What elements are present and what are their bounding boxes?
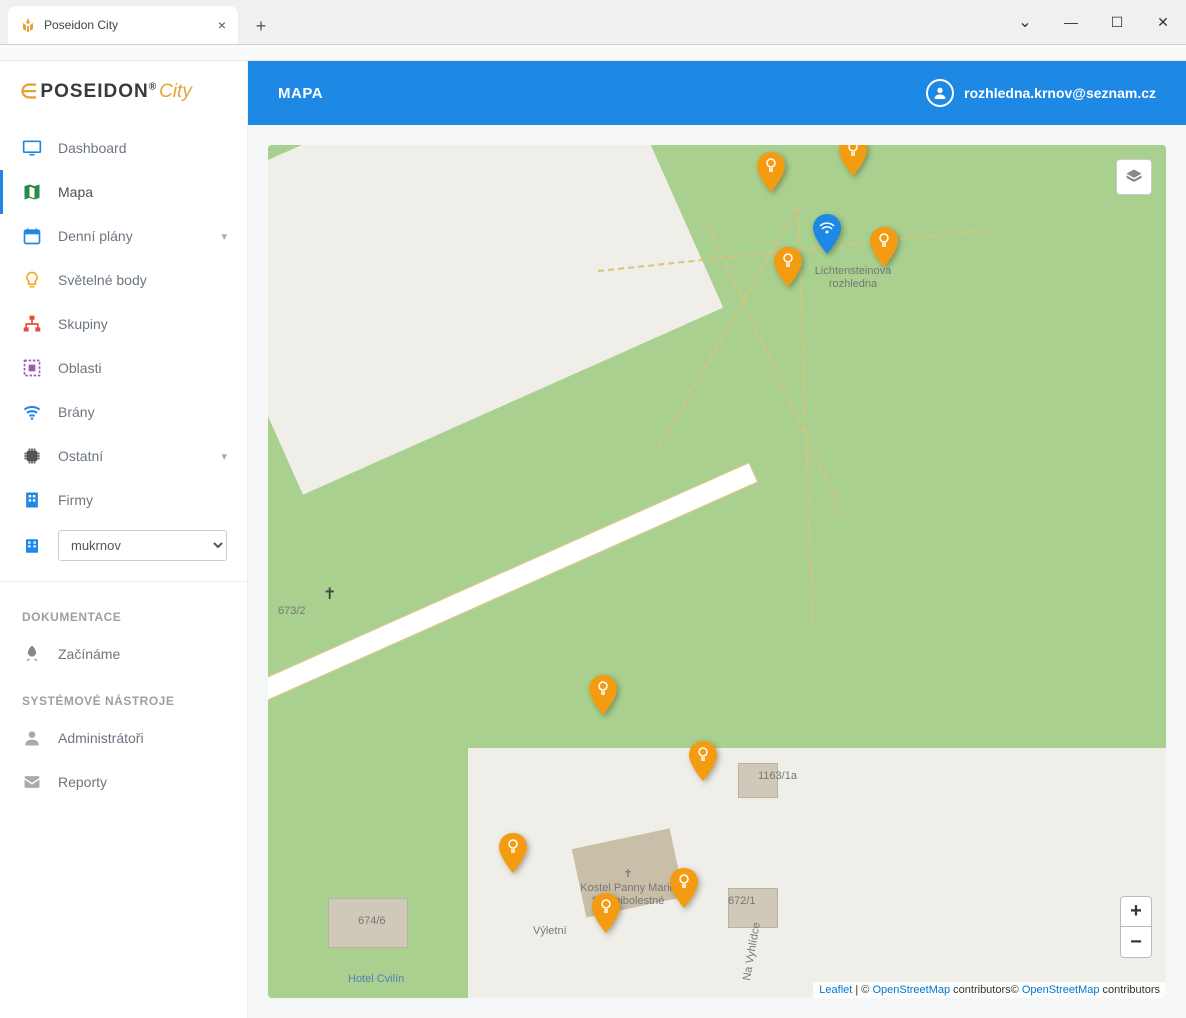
monitor-icon	[20, 138, 44, 158]
new-tab-button[interactable]: +	[244, 8, 278, 44]
map-marker-lightpoint[interactable]	[669, 868, 699, 908]
sidebar: ∈ POSEIDON® City Dashboard Mapa Denní pl…	[0, 61, 248, 1018]
window-dropdown-icon[interactable]: ⌄	[1002, 0, 1048, 44]
sidebar-item-label: Firmy	[58, 492, 93, 508]
sidebar-item-oblasti[interactable]: Oblasti	[0, 346, 247, 390]
mail-icon	[20, 772, 44, 792]
main-nav: Dashboard Mapa Denní plány ▾ Světelné bo…	[0, 126, 247, 522]
sidebar-item-reporty[interactable]: Reporty	[0, 760, 247, 804]
zoom-in-button[interactable]: +	[1121, 897, 1151, 927]
user-icon	[20, 728, 44, 748]
osm-link-2[interactable]: OpenStreetMap	[1022, 984, 1100, 996]
sidebar-item-denn-pl-ny[interactable]: Denní plány ▾	[0, 214, 247, 258]
sidebar-item-skupiny[interactable]: Skupiny	[0, 302, 247, 346]
nav-section-title: SYSTÉMOVÉ NÁSTROJE	[0, 676, 247, 716]
tab-close-icon[interactable]: ×	[218, 17, 226, 33]
calendar-icon	[20, 226, 44, 246]
map-marker-lightpoint[interactable]	[588, 675, 618, 715]
sidebar-item-label: Brány	[58, 404, 95, 420]
osm-link-1[interactable]: OpenStreetMap	[872, 984, 950, 996]
company-select[interactable]: mukrnov	[58, 530, 227, 561]
browser-tab[interactable]: Poseidon City ×	[8, 6, 238, 44]
map[interactable]: Lichtensteinova rozhledna ✝ Kostel Panny…	[268, 145, 1166, 998]
sidebar-item-sv-teln-body[interactable]: Světelné body	[0, 258, 247, 302]
map-attribution: Leaflet | © OpenStreetMap contributors© …	[813, 982, 1166, 998]
rocket-icon	[20, 644, 44, 664]
sidebar-item-label: Dashboard	[58, 140, 127, 156]
map-marker-lightpoint[interactable]	[688, 741, 718, 781]
address-bar[interactable]	[0, 45, 1186, 61]
building-icon	[20, 537, 44, 555]
sidebar-item-label: Mapa	[58, 184, 93, 200]
map-marker-lightpoint[interactable]	[498, 833, 528, 873]
page-title: MAPA	[278, 85, 323, 102]
sidebar-item-administr-to-i[interactable]: Administrátoři	[0, 716, 247, 760]
sidebar-item-dashboard[interactable]: Dashboard	[0, 126, 247, 170]
brand-name: POSEIDON®	[40, 81, 157, 103]
company-selector-row: mukrnov	[0, 522, 247, 582]
map-marker-lightpoint[interactable]	[838, 145, 868, 176]
window-maximize-icon[interactable]: ☐	[1094, 0, 1140, 44]
map-marker-lightpoint[interactable]	[773, 247, 803, 287]
trident-icon	[20, 17, 36, 33]
bulb-icon	[20, 270, 44, 290]
sidebar-item-label: Denní plány	[58, 228, 133, 244]
chevron-down-icon: ▾	[221, 230, 227, 243]
topbar: MAPA rozhledna.krnov@seznam.cz	[248, 61, 1186, 125]
sidebar-item-firmy[interactable]: Firmy	[0, 478, 247, 522]
sidebar-item-za-n-me[interactable]: Začínáme	[0, 632, 247, 676]
map-icon	[20, 182, 44, 202]
main: MAPA rozhledna.krnov@seznam.cz	[248, 61, 1186, 1018]
sidebar-item-label: Ostatní	[58, 448, 103, 464]
building-icon	[20, 490, 44, 510]
map-marker-lightpoint[interactable]	[756, 152, 786, 192]
leaflet-link[interactable]: Leaflet	[819, 984, 852, 996]
sidebar-item-label: Administrátoři	[58, 730, 144, 746]
chevron-down-icon: ▾	[221, 450, 227, 463]
zoom-out-button[interactable]: −	[1121, 927, 1151, 957]
avatar-icon	[926, 79, 954, 107]
area-icon	[20, 358, 44, 378]
tab-title: Poseidon City	[44, 18, 212, 32]
browser-chrome: Poseidon City × + ⌄ — ☐ ✕	[0, 0, 1186, 45]
brand-city: City	[159, 81, 192, 103]
sidebar-item-label: Začínáme	[58, 646, 120, 662]
layers-icon	[1124, 167, 1144, 187]
window-controls: ⌄ — ☐ ✕	[1002, 0, 1186, 44]
user-email: rozhledna.krnov@seznam.cz	[964, 85, 1156, 101]
sidebar-item-label: Oblasti	[58, 360, 102, 376]
chip-icon	[20, 446, 44, 466]
layers-button[interactable]	[1116, 159, 1152, 195]
sidebar-item-ostatn-[interactable]: Ostatní ▾	[0, 434, 247, 478]
map-marker-gateway[interactable]	[812, 214, 842, 254]
nav-section-title: DOKUMENTACE	[0, 592, 247, 632]
sidebar-item-br-ny[interactable]: Brány	[0, 390, 247, 434]
sidebar-item-label: Světelné body	[58, 272, 147, 288]
logo: ∈ POSEIDON® City	[0, 61, 247, 126]
map-marker-lightpoint[interactable]	[591, 893, 621, 933]
logo-mark-icon: ∈	[20, 79, 36, 104]
window-minimize-icon[interactable]: —	[1048, 0, 1094, 44]
sitemap-icon	[20, 314, 44, 334]
sidebar-item-label: Reporty	[58, 774, 107, 790]
sidebar-item-label: Skupiny	[58, 316, 108, 332]
user-menu[interactable]: rozhledna.krnov@seznam.cz	[926, 79, 1156, 107]
window-close-icon[interactable]: ✕	[1140, 0, 1186, 44]
zoom-control: + −	[1120, 896, 1152, 958]
sidebar-item-mapa[interactable]: Mapa	[0, 170, 247, 214]
wifi-icon	[20, 402, 44, 422]
map-marker-lightpoint[interactable]	[869, 227, 899, 267]
